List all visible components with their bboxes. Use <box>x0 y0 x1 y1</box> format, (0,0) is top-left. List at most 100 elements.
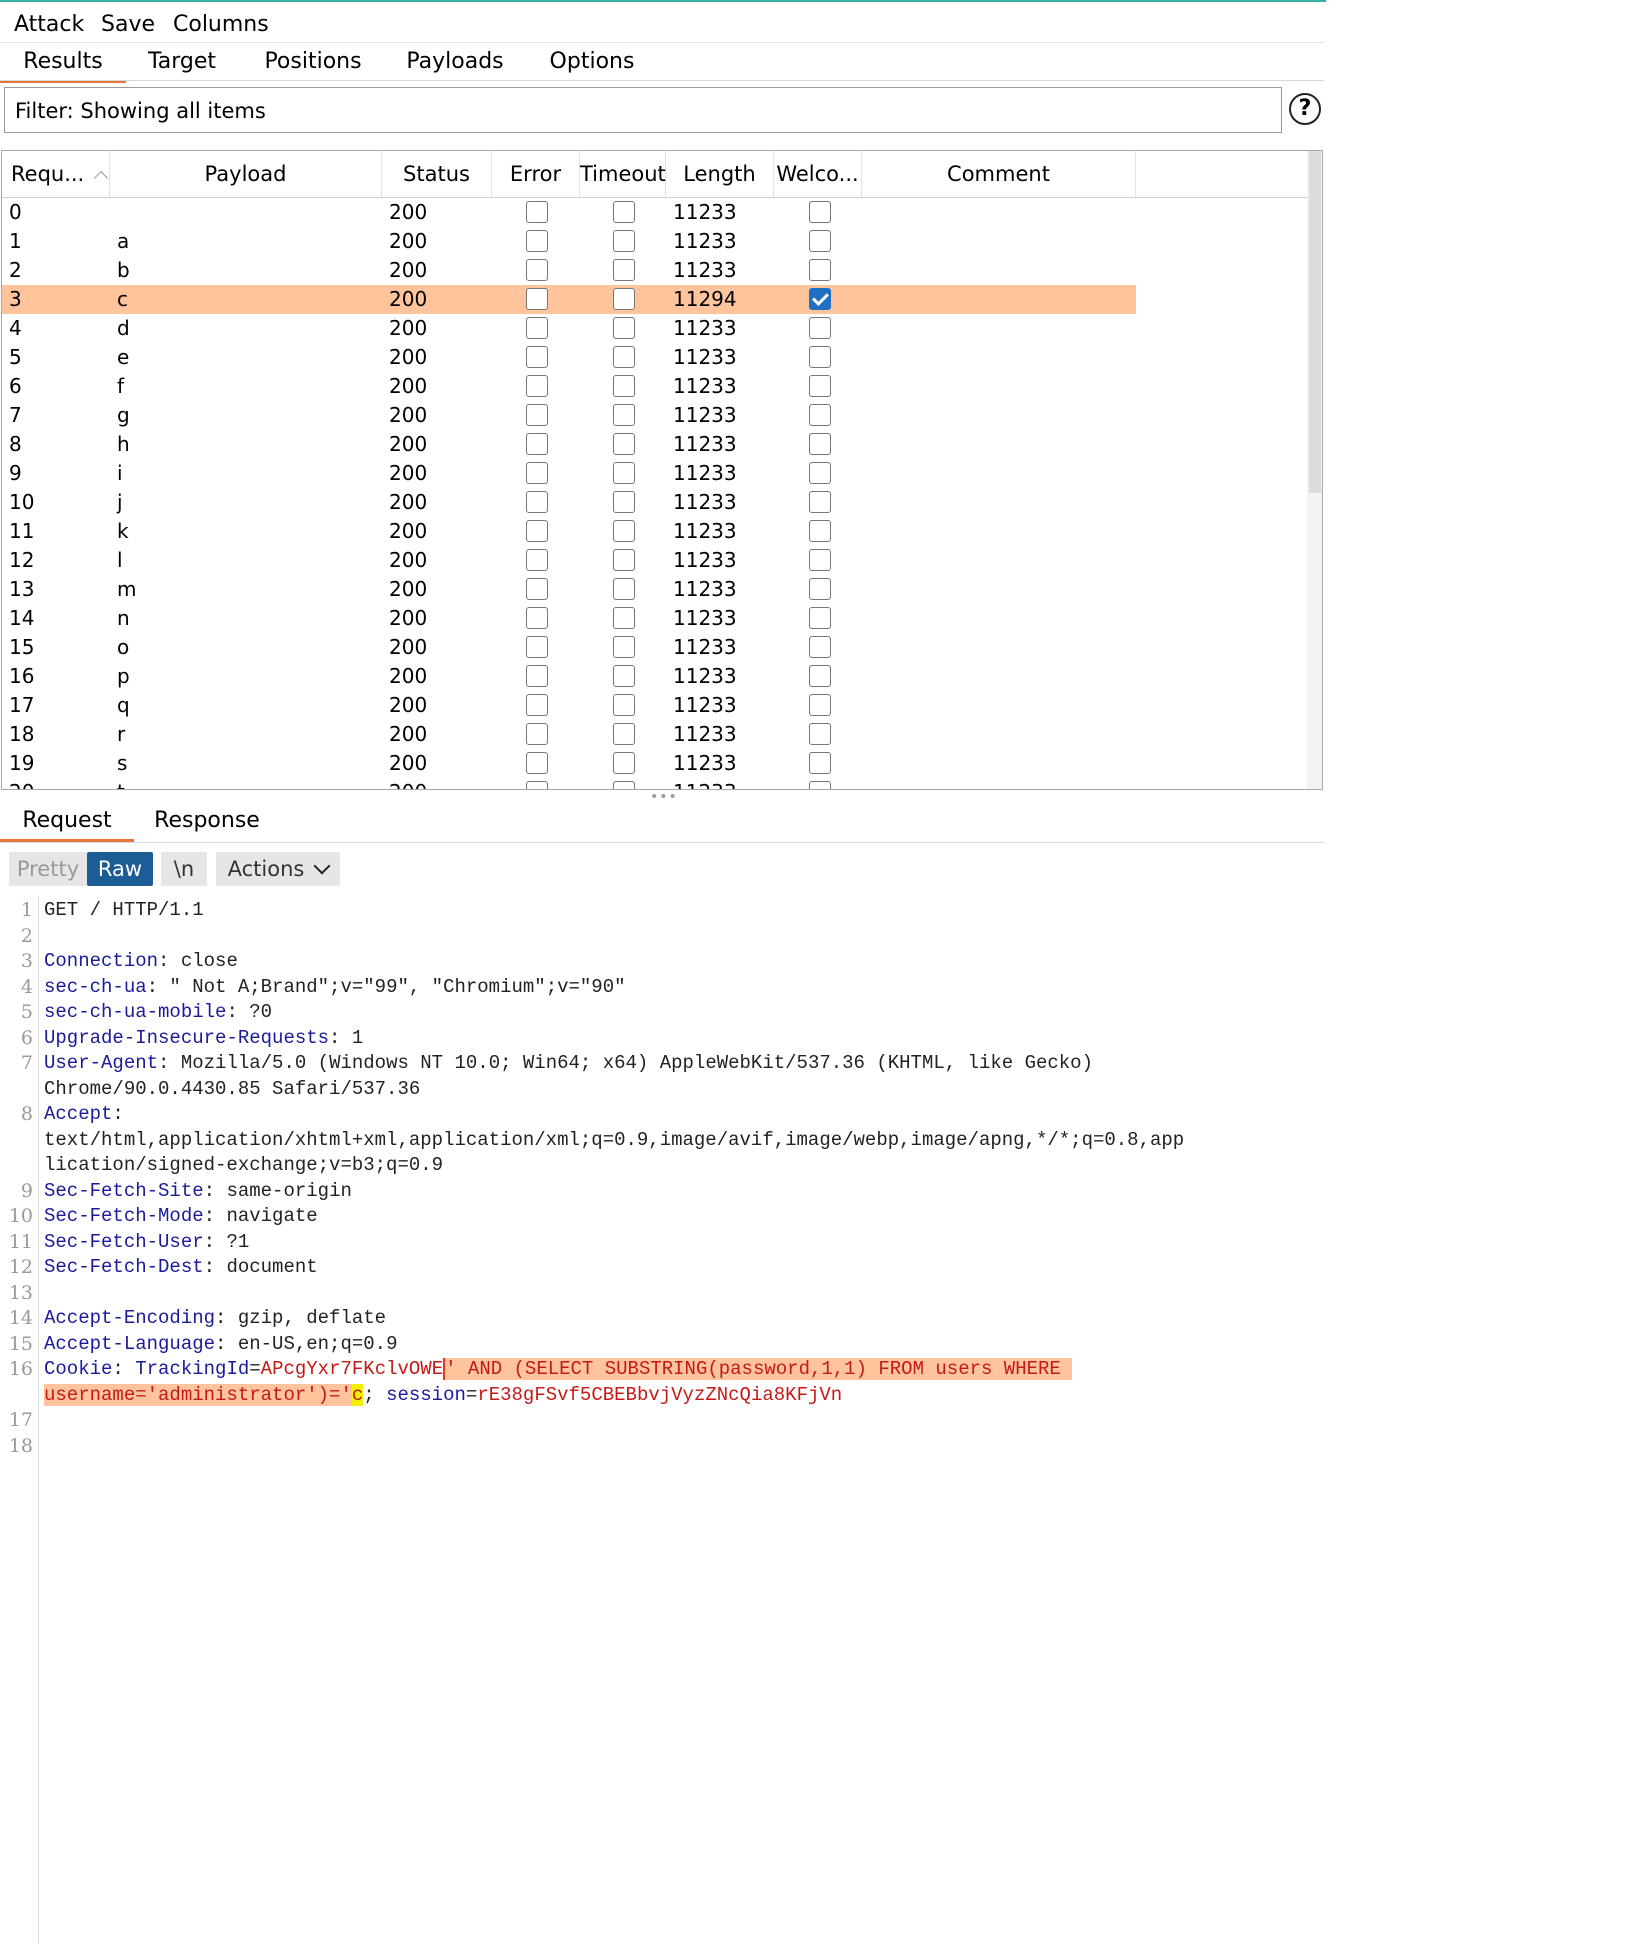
table-row[interactable]: 9 i 200 11233 <box>2 459 1136 488</box>
error-checkbox[interactable] <box>526 578 548 600</box>
timeout-checkbox[interactable] <box>613 607 635 629</box>
timeout-checkbox[interactable] <box>613 346 635 368</box>
error-checkbox[interactable] <box>526 723 548 745</box>
error-checkbox[interactable] <box>526 230 548 252</box>
error-checkbox[interactable] <box>526 259 548 281</box>
help-icon[interactable]: ? <box>1289 93 1321 125</box>
table-row[interactable]: 4 d 200 11233 <box>2 314 1136 343</box>
table-row[interactable]: 3 c 200 11294 <box>2 285 1136 314</box>
table-row[interactable]: 11 k 200 11233 <box>2 517 1136 546</box>
table-row[interactable]: 5 e 200 11233 <box>2 343 1136 372</box>
table-row[interactable]: 6 f 200 11233 <box>2 372 1136 401</box>
welcome-checkbox[interactable] <box>809 346 831 368</box>
welcome-checkbox[interactable] <box>809 404 831 426</box>
newline-toggle-button[interactable]: \n <box>161 852 207 886</box>
scrollbar-thumb[interactable] <box>1309 151 1321 493</box>
tab-payloads[interactable]: Payloads <box>398 43 512 83</box>
error-checkbox[interactable] <box>526 201 548 223</box>
welcome-checkbox[interactable] <box>809 520 831 542</box>
filter-bar[interactable]: Filter: Showing all items <box>4 87 1282 133</box>
table-scrollbar[interactable] <box>1307 151 1322 789</box>
timeout-checkbox[interactable] <box>613 462 635 484</box>
error-checkbox[interactable] <box>526 636 548 658</box>
error-checkbox[interactable] <box>526 752 548 774</box>
timeout-checkbox[interactable] <box>613 752 635 774</box>
table-row[interactable]: 13 m 200 11233 <box>2 575 1136 604</box>
timeout-checkbox[interactable] <box>613 636 635 658</box>
col-timeout[interactable]: Timeout <box>580 151 666 197</box>
table-row[interactable]: 1 a 200 11233 <box>2 227 1136 256</box>
welcome-checkbox[interactable] <box>809 288 831 310</box>
error-checkbox[interactable] <box>526 694 548 716</box>
timeout-checkbox[interactable] <box>613 230 635 252</box>
error-checkbox[interactable] <box>526 462 548 484</box>
timeout-checkbox[interactable] <box>613 549 635 571</box>
col-status[interactable]: Status <box>382 151 492 197</box>
welcome-checkbox[interactable] <box>809 491 831 513</box>
error-checkbox[interactable] <box>526 781 548 789</box>
col-payload[interactable]: Payload <box>110 151 382 197</box>
error-checkbox[interactable] <box>526 317 548 339</box>
error-checkbox[interactable] <box>526 288 548 310</box>
col-error[interactable]: Error <box>492 151 580 197</box>
pretty-button[interactable]: Pretty <box>9 852 87 886</box>
timeout-checkbox[interactable] <box>613 694 635 716</box>
col-request[interactable]: Requ... <box>2 151 110 197</box>
table-row[interactable]: 16 p 200 11233 <box>2 662 1136 691</box>
welcome-checkbox[interactable] <box>809 607 831 629</box>
timeout-checkbox[interactable] <box>613 259 635 281</box>
timeout-checkbox[interactable] <box>613 520 635 542</box>
welcome-checkbox[interactable] <box>809 781 831 789</box>
table-row[interactable]: 17 q 200 11233 <box>2 691 1136 720</box>
col-comment[interactable]: Comment <box>862 151 1136 197</box>
table-row[interactable]: 19 s 200 11233 <box>2 749 1136 778</box>
tab-target[interactable]: Target <box>134 43 230 83</box>
welcome-checkbox[interactable] <box>809 201 831 223</box>
timeout-checkbox[interactable] <box>613 201 635 223</box>
timeout-checkbox[interactable] <box>613 404 635 426</box>
actions-dropdown[interactable]: Actions <box>216 852 340 886</box>
error-checkbox[interactable] <box>526 404 548 426</box>
tab-response[interactable]: Response <box>146 802 268 842</box>
col-length[interactable]: Length <box>666 151 774 197</box>
error-checkbox[interactable] <box>526 665 548 687</box>
table-row[interactable]: 12 l 200 11233 <box>2 546 1136 575</box>
table-row[interactable]: 10 j 200 11233 <box>2 488 1136 517</box>
error-checkbox[interactable] <box>526 433 548 455</box>
table-row[interactable]: 0 200 11233 <box>2 198 1136 227</box>
timeout-checkbox[interactable] <box>613 723 635 745</box>
tab-results[interactable]: Results <box>0 43 126 83</box>
timeout-checkbox[interactable] <box>613 578 635 600</box>
welcome-checkbox[interactable] <box>809 433 831 455</box>
table-row[interactable]: 8 h 200 11233 <box>2 430 1136 459</box>
table-row[interactable]: 2 b 200 11233 <box>2 256 1136 285</box>
error-checkbox[interactable] <box>526 520 548 542</box>
timeout-checkbox[interactable] <box>613 317 635 339</box>
timeout-checkbox[interactable] <box>613 781 635 789</box>
tab-positions[interactable]: Positions <box>252 43 374 83</box>
timeout-checkbox[interactable] <box>613 375 635 397</box>
welcome-checkbox[interactable] <box>809 317 831 339</box>
welcome-checkbox[interactable] <box>809 665 831 687</box>
timeout-checkbox[interactable] <box>613 665 635 687</box>
tab-options[interactable]: Options <box>536 43 648 83</box>
welcome-checkbox[interactable] <box>809 462 831 484</box>
welcome-checkbox[interactable] <box>809 636 831 658</box>
col-welcome[interactable]: Welco... <box>774 151 862 197</box>
request-editor[interactable]: 1 2 3 4 5 6 7 8 9 10 11 12 13 14 15 16 17 18 GET / HTTP/1… <box>0 896 1324 1944</box>
table-row[interactable]: 14 n 200 11233 <box>2 604 1136 633</box>
welcome-checkbox[interactable] <box>809 375 831 397</box>
table-row[interactable]: 15 o 200 11233 <box>2 633 1136 662</box>
welcome-checkbox[interactable] <box>809 694 831 716</box>
welcome-checkbox[interactable] <box>809 230 831 252</box>
table-row[interactable]: 7 g 200 11233 <box>2 401 1136 430</box>
welcome-checkbox[interactable] <box>809 723 831 745</box>
timeout-checkbox[interactable] <box>613 288 635 310</box>
welcome-checkbox[interactable] <box>809 549 831 571</box>
error-checkbox[interactable] <box>526 346 548 368</box>
error-checkbox[interactable] <box>526 491 548 513</box>
timeout-checkbox[interactable] <box>613 433 635 455</box>
tab-request[interactable]: Request <box>0 802 134 842</box>
welcome-checkbox[interactable] <box>809 259 831 281</box>
raw-button[interactable]: Raw <box>87 852 153 886</box>
